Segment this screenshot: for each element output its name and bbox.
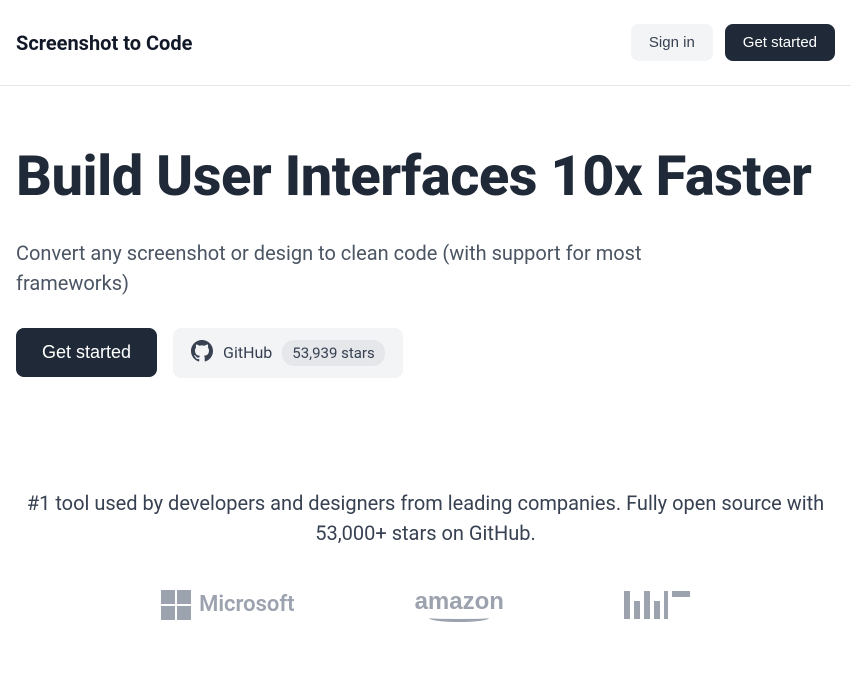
getstarted-button-hero[interactable]: Get started xyxy=(16,328,157,377)
header: Screenshot to Code Sign in Get started xyxy=(0,0,851,86)
hero-section: Build User Interfaces 10x Faster Convert… xyxy=(0,86,851,378)
microsoft-icon xyxy=(161,590,191,620)
amazon-logo: amazon xyxy=(415,588,504,622)
microsoft-logo: Microsoft xyxy=(161,590,294,620)
header-buttons: Sign in Get started xyxy=(631,24,835,61)
hero-title: Build User Interfaces 10x Faster xyxy=(16,146,835,208)
amazon-text: amazon xyxy=(415,588,504,616)
hero-actions: Get started GitHub 53,939 stars xyxy=(16,328,835,378)
getstarted-button-header[interactable]: Get started xyxy=(725,24,835,61)
github-stars-badge: 53,939 stars xyxy=(282,340,384,366)
hero-subtitle: Convert any screenshot or design to clea… xyxy=(16,238,736,298)
social-proof-section: #1 tool used by developers and designers… xyxy=(0,378,851,622)
amazon-smile-icon xyxy=(429,614,489,622)
microsoft-text: Microsoft xyxy=(199,592,294,617)
logos-row: Microsoft amazon xyxy=(16,588,835,622)
brand-title: Screenshot to Code xyxy=(16,31,192,55)
github-icon xyxy=(191,340,213,366)
mit-logo xyxy=(624,591,690,619)
github-link[interactable]: GitHub 53,939 stars xyxy=(173,328,403,378)
social-proof-text: #1 tool used by developers and designers… xyxy=(16,488,835,548)
signin-button[interactable]: Sign in xyxy=(631,24,713,61)
mit-icon xyxy=(624,591,690,619)
github-label: GitHub xyxy=(223,343,272,362)
